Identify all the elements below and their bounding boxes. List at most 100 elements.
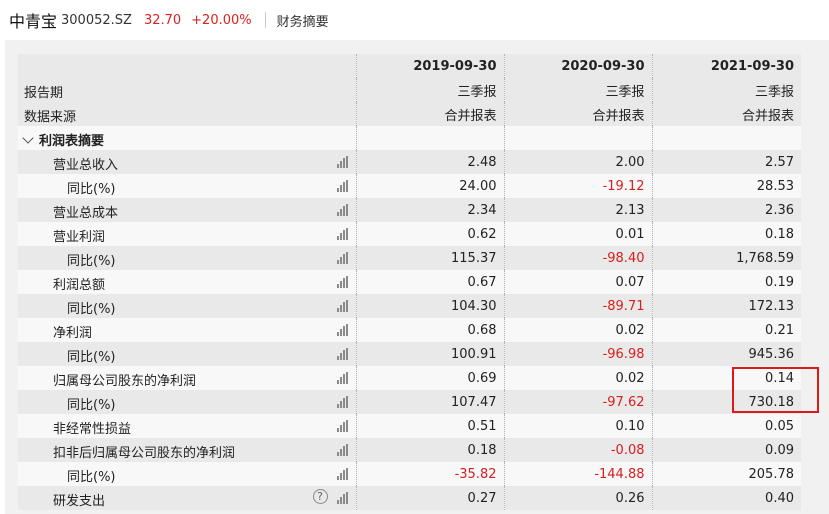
table-row[interactable]: 同比(%) 107.47 -97.62 730.18 <box>18 390 801 414</box>
table-row[interactable]: 同比(%) -35.82 -144.88 205.78 <box>18 462 801 486</box>
table-row[interactable]: 营业总成本 2.34 2.13 2.36 <box>18 198 801 222</box>
chevron-down-icon[interactable] <box>22 132 34 144</box>
cell-value: -0.08 <box>503 438 652 462</box>
bar-chart-icon[interactable] <box>336 252 349 264</box>
stock-name: 中青宝 <box>9 12 58 31</box>
table-row[interactable]: 扣非后归属母公司股东的净利润 0.18 -0.08 0.09 <box>18 438 801 462</box>
cell-value: 0.69 <box>355 366 504 390</box>
bar-chart-icon[interactable] <box>336 372 349 384</box>
cell-value: 2.36 <box>651 198 801 222</box>
column-date: 2020-09-30 <box>503 54 652 78</box>
row-label: 研发支出 <box>53 494 106 509</box>
row-label: 营业总收入 <box>53 158 119 173</box>
bar-chart-icon[interactable] <box>336 276 349 288</box>
highlight-box <box>732 367 819 413</box>
cell-value: 2.13 <box>503 198 652 222</box>
table-row[interactable]: 同比(%) 104.30 -89.71 172.13 <box>18 294 801 318</box>
row-label: 同比(%) <box>67 398 116 413</box>
table-row[interactable]: 营业总收入 2.48 2.00 2.57 <box>18 150 801 174</box>
row-label: 利润总额 <box>53 278 106 293</box>
row-label: 营业利润 <box>53 230 106 245</box>
row-label: 营业总成本 <box>53 206 119 221</box>
table-row[interactable]: 利润总额 0.67 0.07 0.19 <box>18 270 801 294</box>
header-row-dates: 2019-09-30 2020-09-30 2021-09-30 <box>18 54 801 78</box>
cell-value: 100.91 <box>355 342 504 366</box>
report-type: 三季报 <box>503 78 652 102</box>
cell-value: 0.10 <box>503 414 652 438</box>
header-divider <box>264 12 266 28</box>
row-label: 净利润 <box>53 326 93 341</box>
cell-value: 945.36 <box>651 342 801 366</box>
bar-chart-icon[interactable] <box>336 420 349 432</box>
cell-value: 0.26 <box>503 486 652 510</box>
table-row[interactable]: 归属母公司股东的净利润 0.69 0.02 0.14 <box>18 366 801 390</box>
data-source: 合并报表 <box>355 102 504 126</box>
row-label: 扣非后归属母公司股东的净利润 <box>53 446 236 461</box>
row-label: 同比(%) <box>67 302 116 317</box>
row-label: 同比(%) <box>67 350 116 365</box>
cell-value: -98.40 <box>503 246 652 270</box>
bar-chart-icon[interactable] <box>336 324 349 336</box>
bar-chart-icon[interactable] <box>336 204 349 216</box>
cell-value: 0.07 <box>503 270 652 294</box>
row-label: 归属母公司股东的净利润 <box>53 374 197 389</box>
column-date: 2021-09-30 <box>651 54 801 78</box>
stock-header: 中青宝 300052.SZ 32.70 +20.00% 财务摘要 <box>0 0 829 40</box>
cell-value: 0.02 <box>503 318 652 342</box>
cell-value: 2.34 <box>355 198 504 222</box>
cell-value: 0.21 <box>651 318 801 342</box>
cell-value: 1,768.59 <box>651 246 801 270</box>
header-row-source: 数据来源 合并报表 合并报表 合并报表 <box>18 102 801 126</box>
data-source: 合并报表 <box>503 102 652 126</box>
cell-value: 2.00 <box>503 150 652 174</box>
stock-code: 300052.SZ <box>61 12 132 28</box>
bar-chart-icon[interactable] <box>336 300 349 312</box>
cell-value: 0.62 <box>355 222 504 246</box>
header-row-period: 报告期 三季报 三季报 三季报 <box>18 78 801 102</box>
cell-value: 205.78 <box>651 462 801 486</box>
cell-value: 0.68 <box>355 318 504 342</box>
cell-value: 0.18 <box>651 222 801 246</box>
row-label: 同比(%) <box>67 470 116 485</box>
cell-value: 0.51 <box>355 414 504 438</box>
data-source: 合并报表 <box>651 102 801 126</box>
section-tab-financial-summary[interactable]: 财务摘要 <box>277 11 329 30</box>
cell-value: 104.30 <box>355 294 504 318</box>
cell-value: 2.48 <box>355 150 504 174</box>
cell-value: 0.18 <box>355 438 504 462</box>
bar-chart-icon[interactable] <box>336 444 349 456</box>
table-row[interactable]: 非经常性损益 0.51 0.10 0.05 <box>18 414 801 438</box>
cell-value: 2.57 <box>651 150 801 174</box>
bar-chart-icon[interactable] <box>336 492 349 504</box>
cell-value: -96.98 <box>503 342 652 366</box>
bar-chart-icon[interactable] <box>336 396 349 408</box>
cell-value: 0.19 <box>651 270 801 294</box>
bar-chart-icon[interactable] <box>336 180 349 192</box>
table-row[interactable]: 同比(%) 24.00 -19.12 28.53 <box>18 174 801 198</box>
section-row-income-statement[interactable]: 利润表摘要 <box>18 126 801 150</box>
bar-chart-icon[interactable] <box>336 228 349 240</box>
row-label: 同比(%) <box>67 182 116 197</box>
bar-chart-icon[interactable] <box>336 156 349 168</box>
table-row[interactable]: 同比(%) 115.37 -98.40 1,768.59 <box>18 246 801 270</box>
cell-value: -35.82 <box>355 462 504 486</box>
cell-value: 172.13 <box>651 294 801 318</box>
cell-value: 0.27 <box>355 486 504 510</box>
bar-chart-icon[interactable] <box>336 348 349 360</box>
table-row[interactable]: 营业利润 0.62 0.01 0.18 <box>18 222 801 246</box>
cell-value: 107.47 <box>355 390 504 414</box>
cell-value: 24.00 <box>355 174 504 198</box>
cell-value: -97.62 <box>503 390 652 414</box>
table-row[interactable]: 同比(%) 100.91 -96.98 945.36 <box>18 342 801 366</box>
report-type: 三季报 <box>355 78 504 102</box>
row-label: 非经常性损益 <box>53 422 132 437</box>
bar-chart-icon[interactable] <box>336 468 349 480</box>
row-label: 同比(%) <box>67 254 116 269</box>
table-row[interactable]: 净利润 0.68 0.02 0.21 <box>18 318 801 342</box>
section-title: 利润表摘要 <box>39 134 105 149</box>
stock-price: 32.70 <box>143 12 182 28</box>
help-icon[interactable]: ? <box>312 489 328 504</box>
cell-value: -89.71 <box>503 294 652 318</box>
cell-value: 0.67 <box>355 270 504 294</box>
table-row[interactable]: 研发支出? 0.27 0.26 0.40 <box>18 486 801 510</box>
